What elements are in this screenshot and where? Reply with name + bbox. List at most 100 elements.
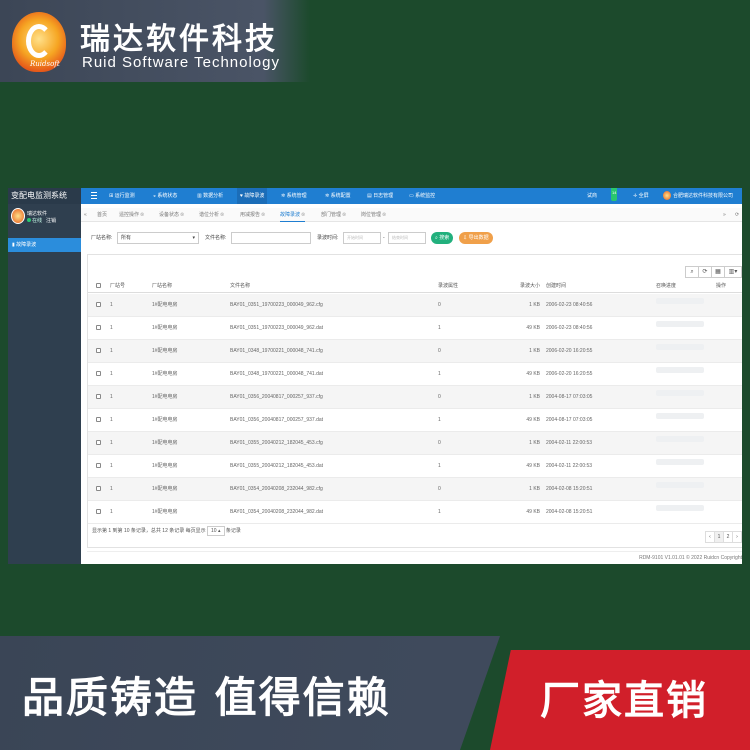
table-row[interactable]: 1 1#配电电房 BAY01_0348_19700221_000048_741.da… bbox=[88, 363, 742, 386]
row-checkbox[interactable] bbox=[96, 317, 101, 340]
file-label: 文件名称: bbox=[205, 235, 227, 241]
cell-file-name: BAY01_0351_19700223_000049_962.cfg bbox=[230, 302, 323, 308]
cell-record-attr: 0 bbox=[438, 348, 441, 354]
refresh-icon[interactable]: ⟳ bbox=[735, 208, 739, 222]
col-station-name[interactable]: 厂站名称 bbox=[152, 279, 172, 293]
cell-station-name: 1#配电电房 bbox=[152, 302, 178, 308]
nav-item-system-manage[interactable]: ✲ 系统管理 bbox=[281, 188, 307, 204]
row-checkbox[interactable] bbox=[96, 340, 101, 363]
col-action[interactable]: 操作 bbox=[716, 279, 726, 293]
cell-station-name: 1#配电电房 bbox=[152, 486, 178, 492]
tab-scroll-left-icon[interactable]: « bbox=[84, 208, 87, 222]
logo-tag: Ruidsoft bbox=[30, 60, 60, 68]
table-row[interactable]: 1 1#配电电房 BAY01_0355_20040212_182045_453.cf… bbox=[88, 432, 742, 455]
cell-record-size: 1 KB bbox=[529, 348, 540, 354]
table-row[interactable]: 1 1#配电电房 BAY01_0355_20040212_182045_453.da… bbox=[88, 455, 742, 478]
tab-close-icon[interactable]: ⊗ bbox=[301, 212, 305, 218]
row-checkbox[interactable] bbox=[96, 478, 101, 501]
tab-remote-control[interactable]: 遥控操作⊗ bbox=[119, 208, 144, 222]
toggle-view-icon[interactable]: ▦ bbox=[711, 266, 725, 278]
col-station-no[interactable]: 厂站号 bbox=[110, 279, 125, 293]
cell-record-attr: 1 bbox=[438, 371, 441, 377]
tab-close-icon[interactable]: ⊗ bbox=[180, 212, 184, 218]
online-dot-icon bbox=[27, 218, 31, 222]
search-toggle-icon[interactable]: ⌕ bbox=[685, 266, 699, 278]
tab-post-manage[interactable]: 岗位管理⊗ bbox=[361, 208, 386, 222]
nav-item-system-status[interactable]: ◒ 系统状态 bbox=[153, 188, 177, 204]
cell-record-attr: 1 bbox=[438, 417, 441, 423]
row-checkbox[interactable] bbox=[96, 294, 101, 317]
logout-link[interactable]: 注销 bbox=[46, 218, 56, 224]
end-time-input[interactable]: 结束时间 bbox=[388, 232, 426, 244]
nav-item-data-analysis[interactable]: ▥ 数据分析 bbox=[197, 188, 223, 204]
page-size-select[interactable]: 10 ▴ bbox=[207, 526, 225, 536]
table-row[interactable]: 1 1#配电电房 BAY01_0354_20040208_232044_982.da… bbox=[88, 501, 742, 524]
tab-device-status[interactable]: 设备状态⊗ bbox=[159, 208, 184, 222]
next-page-button[interactable]: › bbox=[732, 531, 742, 543]
tab-home[interactable]: 首页 bbox=[97, 208, 107, 222]
select-all-checkbox[interactable] bbox=[96, 279, 101, 293]
row-checkbox[interactable] bbox=[96, 432, 101, 455]
col-record-size[interactable]: 录波大小 bbox=[498, 279, 540, 293]
row-checkbox[interactable] bbox=[96, 363, 101, 386]
nav-user[interactable]: 试商 bbox=[587, 188, 597, 204]
nav-item-log-manage[interactable]: ▤ 日志管理 bbox=[367, 188, 393, 204]
tab-dept-manage[interactable]: 部门管理⊗ bbox=[321, 208, 346, 222]
tab-scroll-right-icon[interactable]: » bbox=[723, 208, 726, 222]
cell-station-no: 1 bbox=[110, 325, 113, 331]
cell-create-time: 2004-02-08 15:20:51 bbox=[546, 509, 593, 515]
table-row[interactable]: 1 1#配电电房 BAY01_0348_19700221_000048_741.cf… bbox=[88, 340, 742, 363]
row-checkbox[interactable] bbox=[96, 501, 101, 524]
table-row[interactable]: 1 1#配电电房 BAY01_0354_20040208_232044_982.cf… bbox=[88, 478, 742, 501]
cell-record-attr: 0 bbox=[438, 394, 441, 400]
nav-item-system-monitor[interactable]: ▭ 系统监控 bbox=[409, 188, 435, 204]
cell-record-size: 1 KB bbox=[529, 440, 540, 446]
nav-fullscreen[interactable]: ✛ 全屏 bbox=[633, 188, 649, 204]
start-time-input[interactable]: 开始时间 bbox=[343, 232, 381, 244]
tab-close-icon[interactable]: ⊗ bbox=[261, 212, 265, 218]
col-create-time[interactable]: 创建时间 bbox=[546, 279, 566, 293]
table-row[interactable]: 1 1#配电电房 BAY01_0356_20040817_000257_937.da… bbox=[88, 409, 742, 432]
tab-harmonic-analysis[interactable]: 谐位分析⊗ bbox=[199, 208, 224, 222]
table-row[interactable]: 1 1#配电电房 BAY01_0351_19700223_000049_962.da… bbox=[88, 317, 742, 340]
cell-progress-bar bbox=[656, 390, 704, 396]
tab-close-icon[interactable]: ⊗ bbox=[382, 212, 386, 218]
row-checkbox[interactable] bbox=[96, 386, 101, 409]
nav-item-fault-recording[interactable]: ♥ 故障录波 bbox=[237, 188, 268, 204]
station-select[interactable]: 所有 ▾ bbox=[117, 232, 199, 244]
cell-station-no: 1 bbox=[110, 348, 113, 354]
row-checkbox[interactable] bbox=[96, 455, 101, 478]
tab-close-icon[interactable]: ⊗ bbox=[342, 212, 346, 218]
cell-file-name: BAY01_0351_19700223_000049_962.dat bbox=[230, 325, 324, 331]
sidebar-item-fault-recording[interactable]: ▮ 故障录波 bbox=[8, 238, 81, 252]
nav-item-run-monitor[interactable]: ⊞ 运行监测 bbox=[109, 188, 135, 204]
table-row[interactable]: 1 1#配电电房 BAY01_0356_20040817_000257_937.cf… bbox=[88, 386, 742, 409]
refresh-table-icon[interactable]: ⟳ bbox=[698, 266, 712, 278]
export-button[interactable]: ⇩ 导出数据 bbox=[459, 232, 493, 244]
company-avatar-icon bbox=[663, 191, 671, 201]
columns-icon[interactable]: ▥▾ bbox=[724, 266, 742, 278]
nav-company[interactable]: 合肥瑞达软件科技有限公司 bbox=[663, 188, 733, 204]
time-label: 录波时间: bbox=[317, 235, 339, 241]
tab-fault-recording[interactable]: 故障录波⊗ bbox=[280, 208, 306, 222]
cell-station-no: 1 bbox=[110, 394, 113, 400]
menu-toggle-icon[interactable] bbox=[91, 192, 97, 201]
notification-badge: 14 bbox=[611, 188, 618, 201]
cell-progress-bar bbox=[656, 482, 704, 488]
search-button[interactable]: ⌕ 搜索 bbox=[431, 232, 454, 244]
nav-notifications[interactable]: 14 bbox=[611, 188, 618, 204]
file-input[interactable] bbox=[231, 232, 311, 244]
tab-report[interactable]: 用减报告⊗ bbox=[240, 208, 265, 222]
col-progress[interactable]: 召唤进度 bbox=[656, 279, 676, 293]
tab-close-icon[interactable]: ⊗ bbox=[140, 212, 144, 218]
cell-create-time: 2006-02-23 08:40:56 bbox=[546, 302, 593, 308]
nav-item-system-config[interactable]: ✲ 系统配置 bbox=[325, 188, 351, 204]
cell-progress-bar bbox=[656, 413, 704, 419]
slogan-direct-sale: 厂家直销 bbox=[540, 678, 708, 724]
tab-close-icon[interactable]: ⊗ bbox=[220, 212, 224, 218]
table-row[interactable]: 1 1#配电电房 BAY01_0351_19700223_000049_962.cf… bbox=[88, 294, 742, 317]
col-file-name[interactable]: 文件名称 bbox=[230, 279, 250, 293]
row-checkbox[interactable] bbox=[96, 409, 101, 432]
col-record-attr[interactable]: 录波属性 bbox=[438, 279, 458, 293]
cell-progress-bar bbox=[656, 505, 704, 511]
